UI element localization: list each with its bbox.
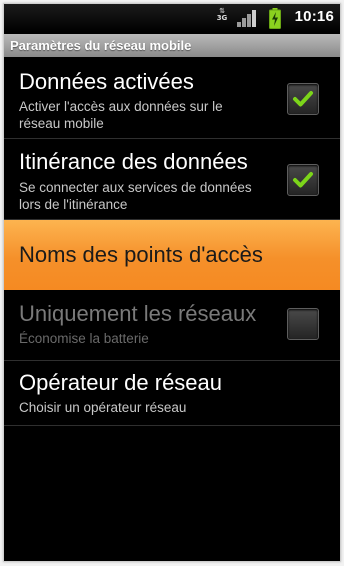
screen-title-bar: Paramètres du réseau mobile: [4, 34, 340, 57]
setting-title: Opérateur de réseau: [19, 370, 223, 395]
setting-summary: Choisir un opérateur réseau: [19, 400, 187, 415]
data-enabled-checkbox[interactable]: [287, 83, 319, 115]
battery-charging-icon: [269, 8, 281, 29]
setting-networks-only[interactable]: Uniquement les réseaux Économise la batt…: [4, 290, 340, 361]
status-bar: ⇅ 3G 10:16: [4, 4, 340, 32]
setting-network-operator[interactable]: Opérateur de réseau Choisir un opérateur…: [4, 361, 340, 426]
data-roaming-checkbox[interactable]: [287, 164, 319, 196]
network-type-label: 3G: [216, 14, 228, 22]
setting-title: Noms des points d'accès: [19, 242, 263, 267]
network-type-indicator: ⇅ 3G: [215, 8, 229, 28]
setting-data-enabled[interactable]: Données activées Activer l'accès aux don…: [4, 59, 340, 139]
setting-data-roaming[interactable]: Itinérance des données Se connecter aux …: [4, 139, 340, 220]
setting-summary: Se connecter aux services de données lor…: [19, 180, 252, 212]
setting-title: Données activées: [19, 69, 194, 94]
setting-access-point-names[interactable]: Noms des points d'accès: [4, 220, 340, 290]
screen-title: Paramètres du réseau mobile: [10, 38, 192, 53]
checkmark-icon: [293, 91, 313, 107]
clock-time: 10:16: [294, 8, 334, 25]
setting-title: Uniquement les réseaux: [19, 301, 257, 326]
setting-title: Itinérance des données: [19, 149, 248, 174]
setting-summary: Économise la batterie: [19, 331, 149, 346]
signal-bars-icon: [237, 10, 257, 27]
networks-only-checkbox[interactable]: [287, 308, 319, 340]
phone-screen: ⇅ 3G 10:16 Paramètres du réseau mobile D…: [3, 3, 341, 562]
setting-summary: Activer l'accès aux données sur le résea…: [19, 99, 223, 131]
checkmark-icon: [293, 172, 313, 188]
